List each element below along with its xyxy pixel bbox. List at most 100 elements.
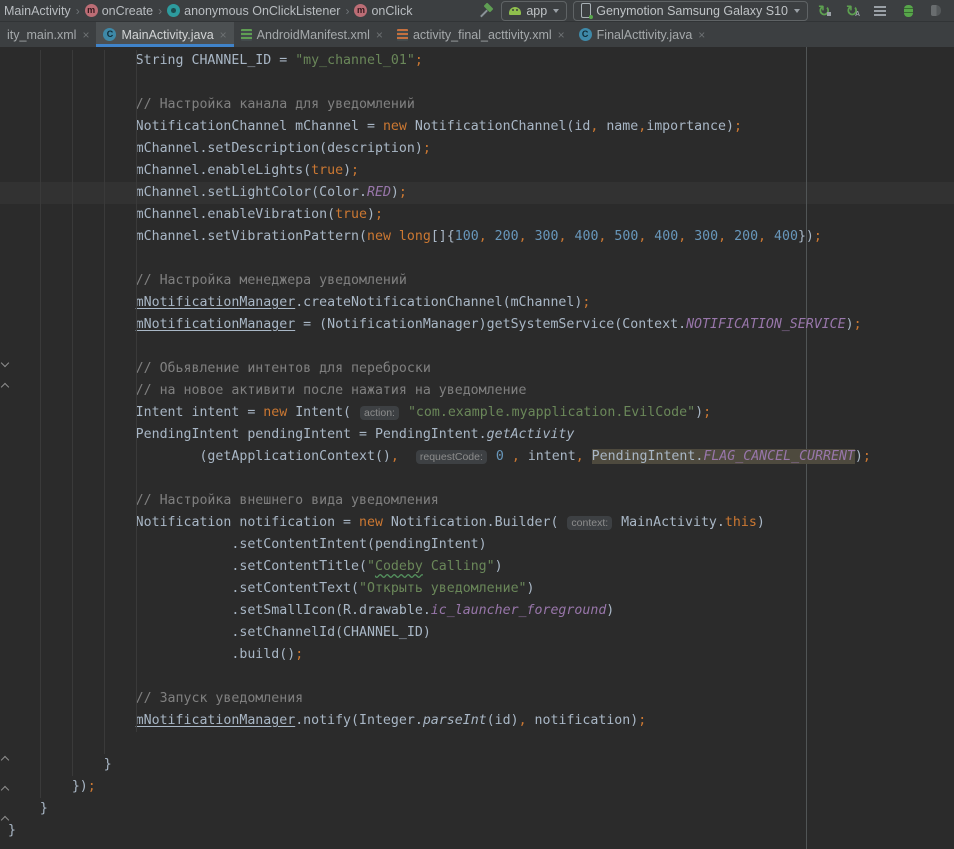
code-token: .build(): [8, 647, 295, 662]
code-editor[interactable]: String CHANNEL_ID = "my_channel_01"; // …: [0, 47, 954, 849]
tab-close-icon[interactable]: ×: [220, 28, 227, 42]
code-line[interactable]: // Обьявление интентов для переброски: [0, 358, 954, 380]
code-line[interactable]: mNotificationManager.createNotificationC…: [0, 292, 954, 314]
code-line[interactable]: // Настройка канала для уведомлений: [0, 94, 954, 116]
code-token: ): [391, 185, 399, 200]
code-line[interactable]: Notification notification = new Notifica…: [0, 512, 954, 534]
code-line[interactable]: }: [0, 798, 954, 820]
code-token: ): [343, 163, 351, 178]
code-token: ): [846, 317, 854, 332]
code-line[interactable]: Intent intent = new Intent( action: "com…: [0, 402, 954, 424]
code-line[interactable]: String CHANNEL_ID = "my_channel_01";: [0, 50, 954, 72]
code-token: // на новое активити после нажатия на ув…: [8, 383, 527, 398]
class-icon: C: [103, 28, 116, 41]
debug-button[interactable]: [898, 2, 918, 20]
code-line[interactable]: [0, 666, 954, 688]
code-line[interactable]: [0, 248, 954, 270]
tab-mainactivity-java[interactable]: CMainActivity.java×: [96, 22, 233, 47]
run-configuration-select[interactable]: app: [501, 1, 567, 21]
code-line[interactable]: mChannel.enableVibration(true);: [0, 204, 954, 226]
code-line[interactable]: }: [0, 820, 954, 842]
breadcrumb-item-onclick[interactable]: monClick: [354, 4, 412, 18]
breadcrumb-label: MainActivity: [4, 4, 71, 18]
code-line[interactable]: mNotificationManager = (NotificationMana…: [0, 314, 954, 336]
code-line[interactable]: mChannel.setLightColor(Color.RED);: [0, 182, 954, 204]
code-line[interactable]: });: [0, 776, 954, 798]
code-line[interactable]: PendingIntent pendingIntent = PendingInt…: [0, 424, 954, 446]
breadcrumb-label: onCreate: [102, 4, 153, 18]
tab-finalacttivity-java[interactable]: C FinalActtivity.java ×: [572, 22, 713, 47]
tab-label: FinalActtivity.java: [597, 28, 693, 42]
make-project-icon[interactable]: [479, 3, 495, 19]
tab-close-icon[interactable]: ×: [698, 28, 705, 42]
fold-marker[interactable]: [1, 755, 10, 764]
breadcrumb-item-anonymous-onclicklistener[interactable]: anonymous OnClickListener: [167, 4, 340, 18]
code-token: getActivity: [487, 427, 575, 442]
code-token: [487, 229, 495, 244]
apply-changes-restart-button[interactable]: [814, 2, 834, 20]
tab-close-icon[interactable]: ×: [82, 28, 89, 42]
apply-code-changes-button[interactable]: [842, 2, 862, 20]
code-token: 500: [614, 229, 638, 244]
device-select[interactable]: Genymotion Samsung Galaxy S10: [573, 1, 808, 21]
code-line[interactable]: }: [0, 754, 954, 776]
code-line[interactable]: NotificationChannel mChannel = new Notif…: [0, 116, 954, 138]
code-token: ;: [703, 405, 711, 420]
code-token: 300: [535, 229, 559, 244]
code-line[interactable]: .setChannelId(CHANNEL_ID): [0, 622, 954, 644]
class-icon: C: [579, 28, 592, 41]
fold-marker[interactable]: [1, 382, 10, 391]
parameter-hint: requestCode:: [416, 450, 487, 464]
code-line[interactable]: // Запуск уведомления: [0, 688, 954, 710]
code-token: mChannel.setVibrationPattern(: [8, 229, 367, 244]
code-line[interactable]: [0, 468, 954, 490]
code-line[interactable]: [0, 732, 954, 754]
method-icon: m: [354, 4, 367, 17]
code-line[interactable]: // Настройка внешнего вида уведомления: [0, 490, 954, 512]
code-token: new: [367, 229, 391, 244]
code-token: ,: [519, 713, 527, 728]
code-line[interactable]: mChannel.setVibrationPattern(new long[]{…: [0, 226, 954, 248]
code-line[interactable]: .build();: [0, 644, 954, 666]
code-line[interactable]: mNotificationManager.notify(Integer.pars…: [0, 710, 954, 732]
tab-androidmanifest-xml[interactable]: AndroidManifest.xml×: [234, 22, 390, 47]
code-line[interactable]: (getApplicationContext(), requestCode: 0…: [0, 446, 954, 468]
code-line[interactable]: // на новое активити после нажатия на ув…: [0, 380, 954, 402]
code-token: ,: [391, 449, 399, 464]
code-line[interactable]: .setSmallIcon(R.drawable.ic_launcher_for…: [0, 600, 954, 622]
fold-marker[interactable]: [1, 785, 10, 794]
tab-ity-main-xml[interactable]: ity_main.xml×: [0, 22, 96, 47]
code-line[interactable]: mChannel.setDescription(description);: [0, 138, 954, 160]
code-token: this: [725, 515, 757, 530]
tab-activity-final-acttivity-xml[interactable]: activity_final_acttivity.xml×: [390, 22, 572, 47]
code-line[interactable]: [0, 336, 954, 358]
code-token: 200: [734, 229, 758, 244]
code-token: (id): [487, 713, 519, 728]
device-phone-icon: [581, 3, 591, 18]
tab-close-icon[interactable]: ×: [376, 28, 383, 42]
breadcrumb-item-oncreate[interactable]: monCreate: [85, 4, 153, 18]
code-token: "Открыть уведомление": [359, 581, 527, 596]
anonymous-class-icon: [167, 4, 180, 17]
code-token: 400: [774, 229, 798, 244]
code-line[interactable]: .setContentText("Открыть уведомление"): [0, 578, 954, 600]
code-token: FLAG_CANCEL_CURRENT: [703, 449, 855, 464]
attach-profiler-button[interactable]: [926, 2, 946, 20]
code-token: Codeby: [375, 559, 423, 574]
tab-close-icon[interactable]: ×: [558, 28, 565, 42]
code-token: [399, 449, 415, 464]
ide-window: MainActivity›monCreate›anonymous OnClick…: [0, 0, 954, 849]
fold-marker[interactable]: [1, 815, 10, 824]
code-line[interactable]: .setContentTitle("Codeby Calling"): [0, 556, 954, 578]
code-line[interactable]: [0, 72, 954, 94]
code-line[interactable]: mChannel.enableLights(true);: [0, 160, 954, 182]
code-line[interactable]: .setContentIntent(pendingIntent): [0, 534, 954, 556]
code-token: ;: [582, 295, 590, 310]
code-line[interactable]: // Настройка менеджера уведомлений: [0, 270, 954, 292]
breadcrumb-item-mainactivity[interactable]: MainActivity: [4, 4, 71, 18]
code-area[interactable]: String CHANNEL_ID = "my_channel_01"; // …: [0, 47, 954, 849]
code-token: ;: [638, 713, 646, 728]
profile-button[interactable]: [870, 2, 890, 20]
fold-marker[interactable]: [1, 358, 10, 367]
code-token: MainActivity.: [613, 515, 725, 530]
